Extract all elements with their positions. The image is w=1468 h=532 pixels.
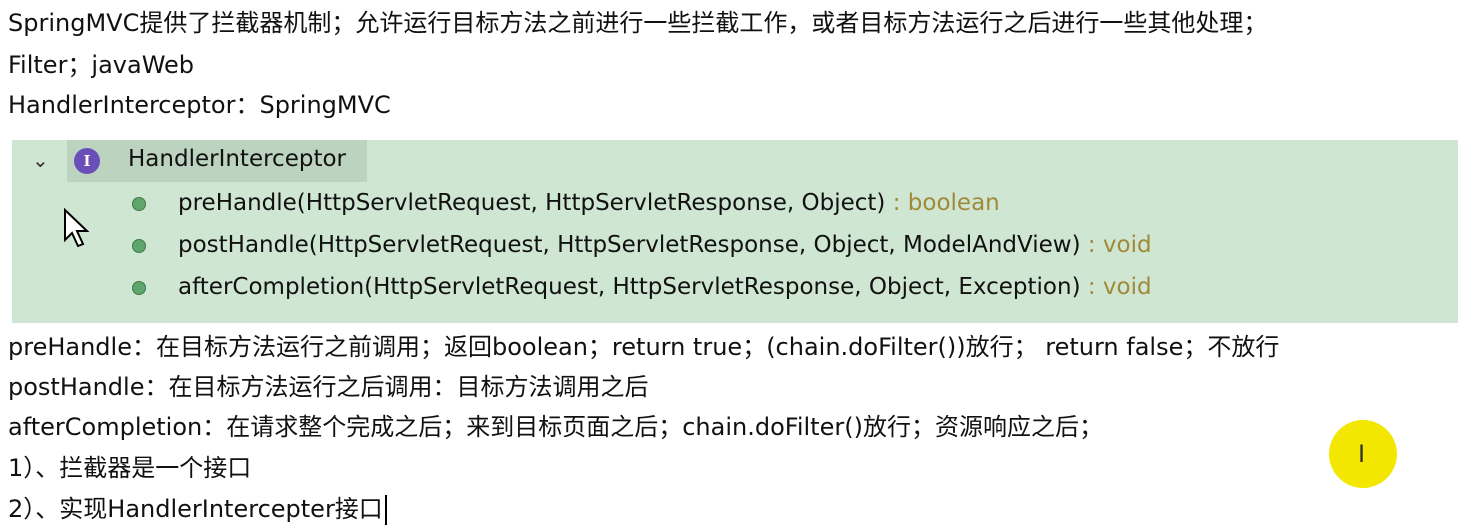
- text-line: HandlerInterceptor：SpringMVC: [8, 91, 391, 119]
- text-line-content: 2）、实现HandlerIntercepter接口: [8, 495, 383, 523]
- interface-icon: I: [74, 148, 100, 174]
- method-item[interactable]: afterCompletion(HttpServletRequest, Http…: [132, 274, 1152, 300]
- method-icon: [132, 238, 146, 253]
- method-icon: [132, 280, 146, 295]
- method-return-type: : void: [1080, 232, 1152, 258]
- chevron-down-icon[interactable]: ⌄: [32, 148, 49, 172]
- text-line[interactable]: 2）、实现HandlerIntercepter接口: [8, 494, 387, 525]
- method-signature: preHandle(HttpServletRequest, HttpServle…: [178, 190, 886, 216]
- method-item[interactable]: preHandle(HttpServletRequest, HttpServle…: [132, 190, 1000, 216]
- text-line: SpringMVC提供了拦截器机制；允许运行目标方法之前进行一些拦截工作，或者目…: [8, 9, 1268, 37]
- mouse-pointer-icon: [64, 208, 90, 248]
- method-return-type: : boolean: [885, 190, 1000, 216]
- text-cursor-icon: I: [1358, 440, 1366, 468]
- method-return-type: : void: [1080, 274, 1152, 300]
- text-line: preHandle：在目标方法运行之前调用；返回boolean；return t…: [8, 333, 1280, 361]
- outline-title[interactable]: HandlerInterceptor: [128, 146, 346, 172]
- text-line: Filter；javaWeb: [8, 51, 195, 79]
- method-signature: postHandle(HttpServletRequest, HttpServl…: [178, 232, 1081, 258]
- text-line: afterCompletion：在请求整个完成之后；来到目标页面之后；chain…: [8, 413, 1103, 441]
- text-line: postHandle：在目标方法运行之后调用：目标方法调用之后: [8, 373, 649, 401]
- method-item[interactable]: postHandle(HttpServletRequest, HttpServl…: [132, 232, 1152, 258]
- method-signature: afterCompletion(HttpServletRequest, Http…: [178, 274, 1081, 300]
- outline-panel: ⌄ I HandlerInterceptor preHandle(HttpSer…: [12, 140, 1458, 323]
- text-caret: [384, 495, 387, 525]
- text-line: 1）、拦截器是一个接口: [8, 454, 252, 482]
- method-icon: [132, 196, 146, 211]
